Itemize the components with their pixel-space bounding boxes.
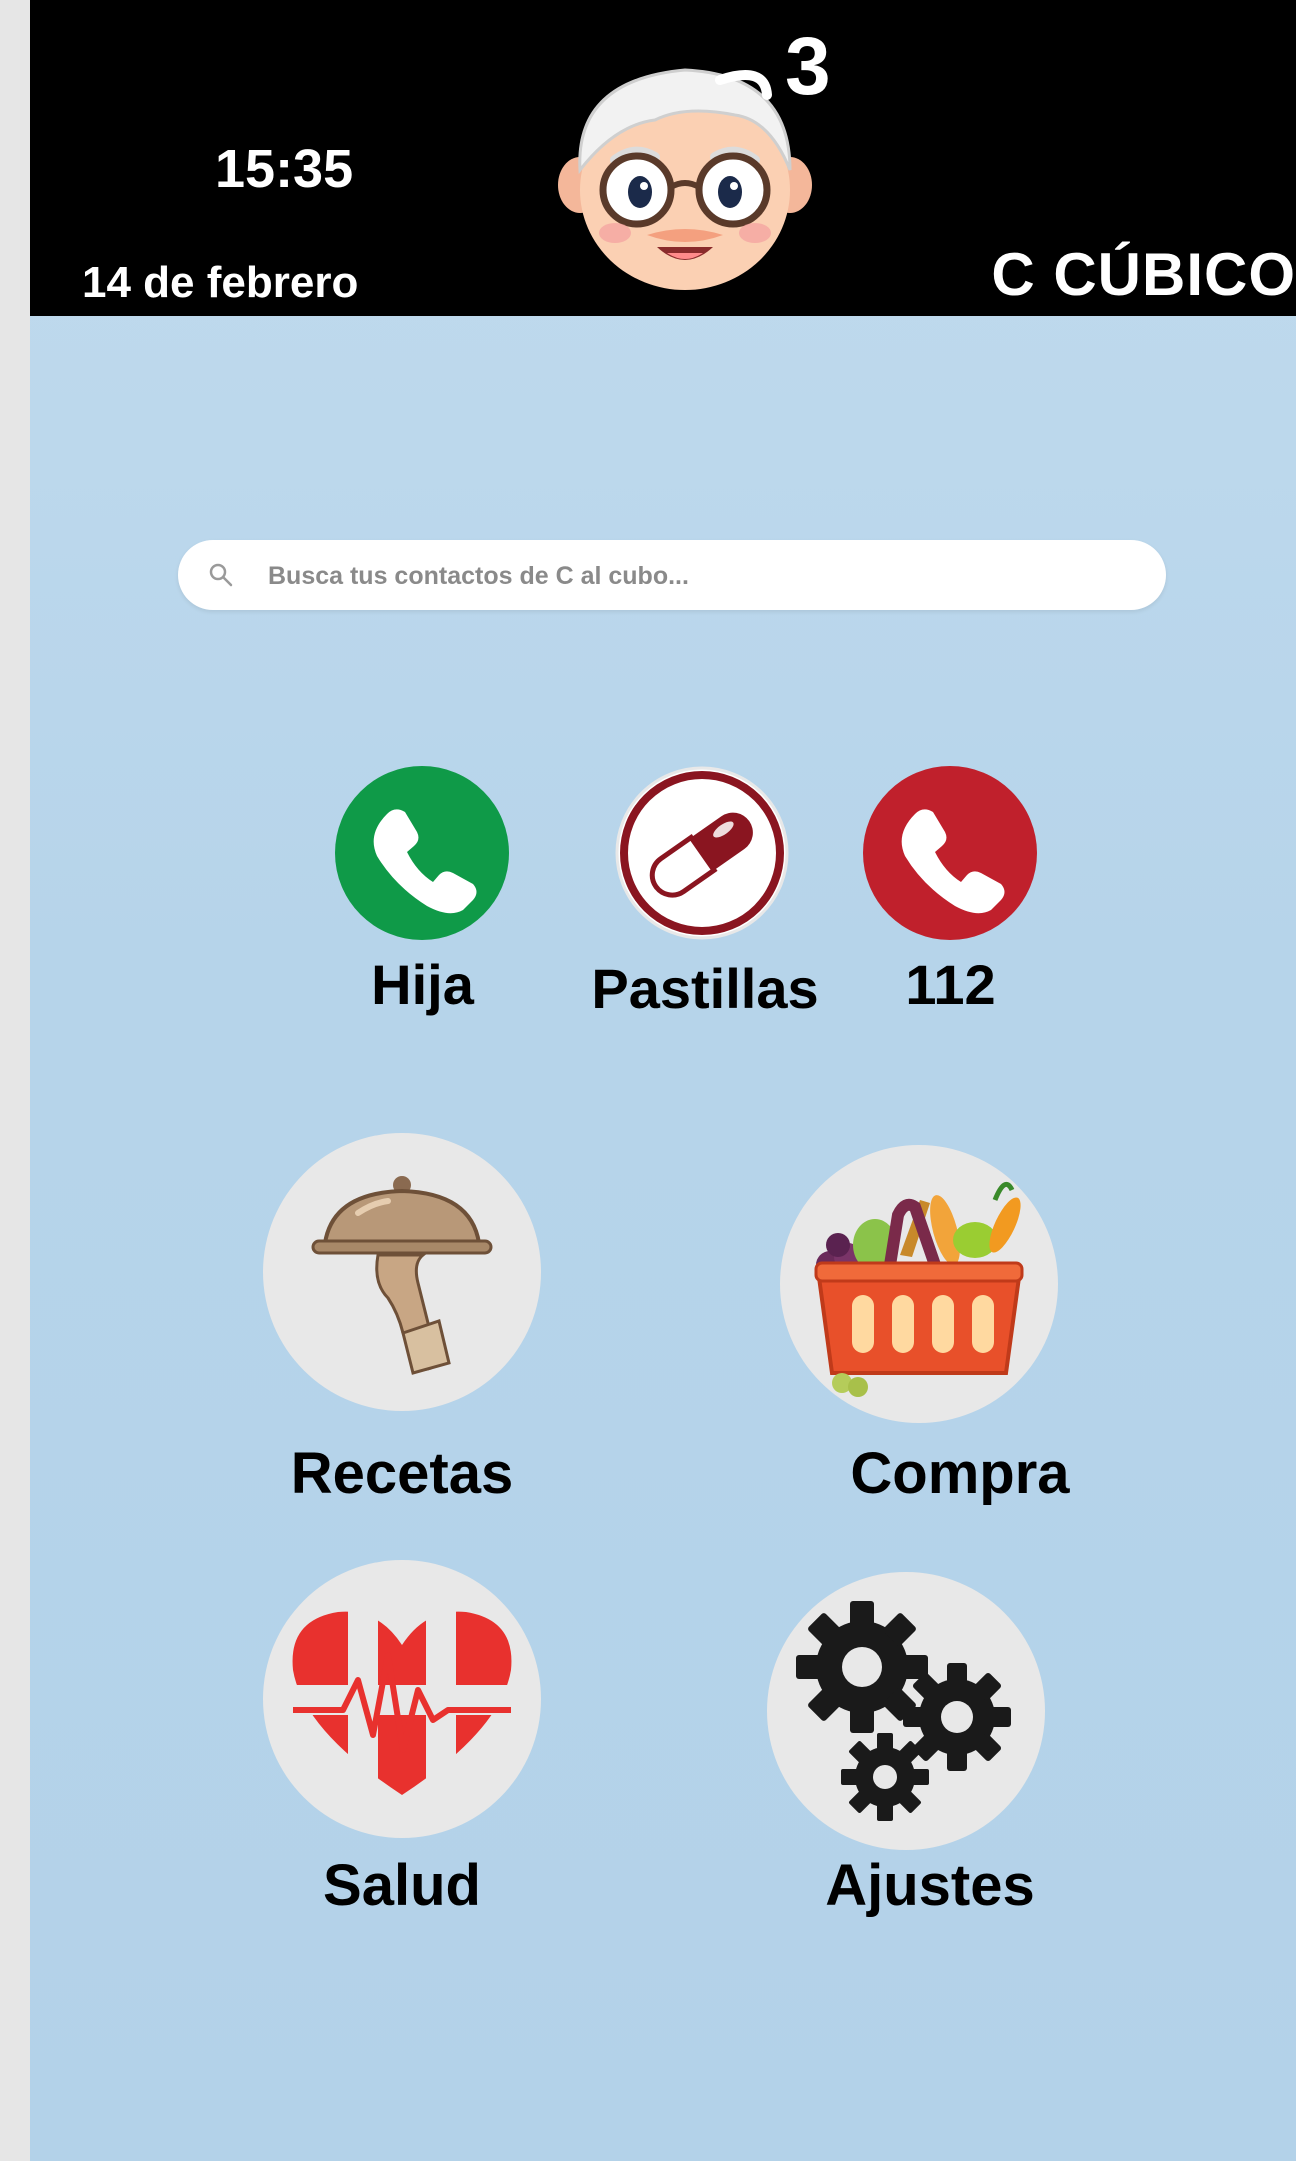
compra-label: Compra (850, 1441, 1070, 1506)
contact-search-bar[interactable] (178, 540, 1166, 612)
pill-icon (615, 766, 789, 940)
gears-icon (796, 1601, 1011, 1821)
salud-label: Salud (323, 1853, 481, 1918)
quick-action-112[interactable]: 112 (863, 766, 1038, 1016)
quick-action-hija[interactable]: Hija (335, 766, 510, 1016)
heart-health-icon (292, 1610, 512, 1800)
contact-search-input[interactable] (266, 540, 1130, 612)
shopping-basket-icon (814, 1181, 1024, 1397)
serving-cloche-icon (311, 1176, 493, 1375)
recetas-label: Recetas (290, 1441, 514, 1506)
quick-action-label: Hija (371, 953, 474, 1016)
brand-title: C CÚBICO (991, 241, 1296, 308)
quick-action-label: 112 (905, 953, 996, 1016)
phone-red-icon (863, 766, 1037, 940)
search-icon (209, 563, 233, 587)
phone-screen: 15:35 14 de febrero 3 C CÚBICO Busca tus… (30, 0, 1296, 2161)
ajustes-tile[interactable] (767, 1572, 1045, 1850)
compra-tile[interactable] (780, 1145, 1058, 1423)
notification-count-badge: 3 (785, 21, 831, 112)
status-header: 15:35 14 de febrero 3 C CÚBICO (30, 0, 1296, 316)
clock-time: 15:35 (215, 139, 354, 199)
recetas-tile[interactable] (263, 1133, 541, 1411)
phone-green-icon (335, 766, 509, 940)
salud-tile[interactable] (263, 1560, 541, 1838)
quick-action-label: Pastillas (591, 957, 819, 1020)
quick-action-pastillas[interactable]: Pastillas (591, 766, 819, 1020)
ajustes-label: Ajustes (825, 1853, 1035, 1918)
clock-date: 14 de febrero (82, 258, 359, 307)
